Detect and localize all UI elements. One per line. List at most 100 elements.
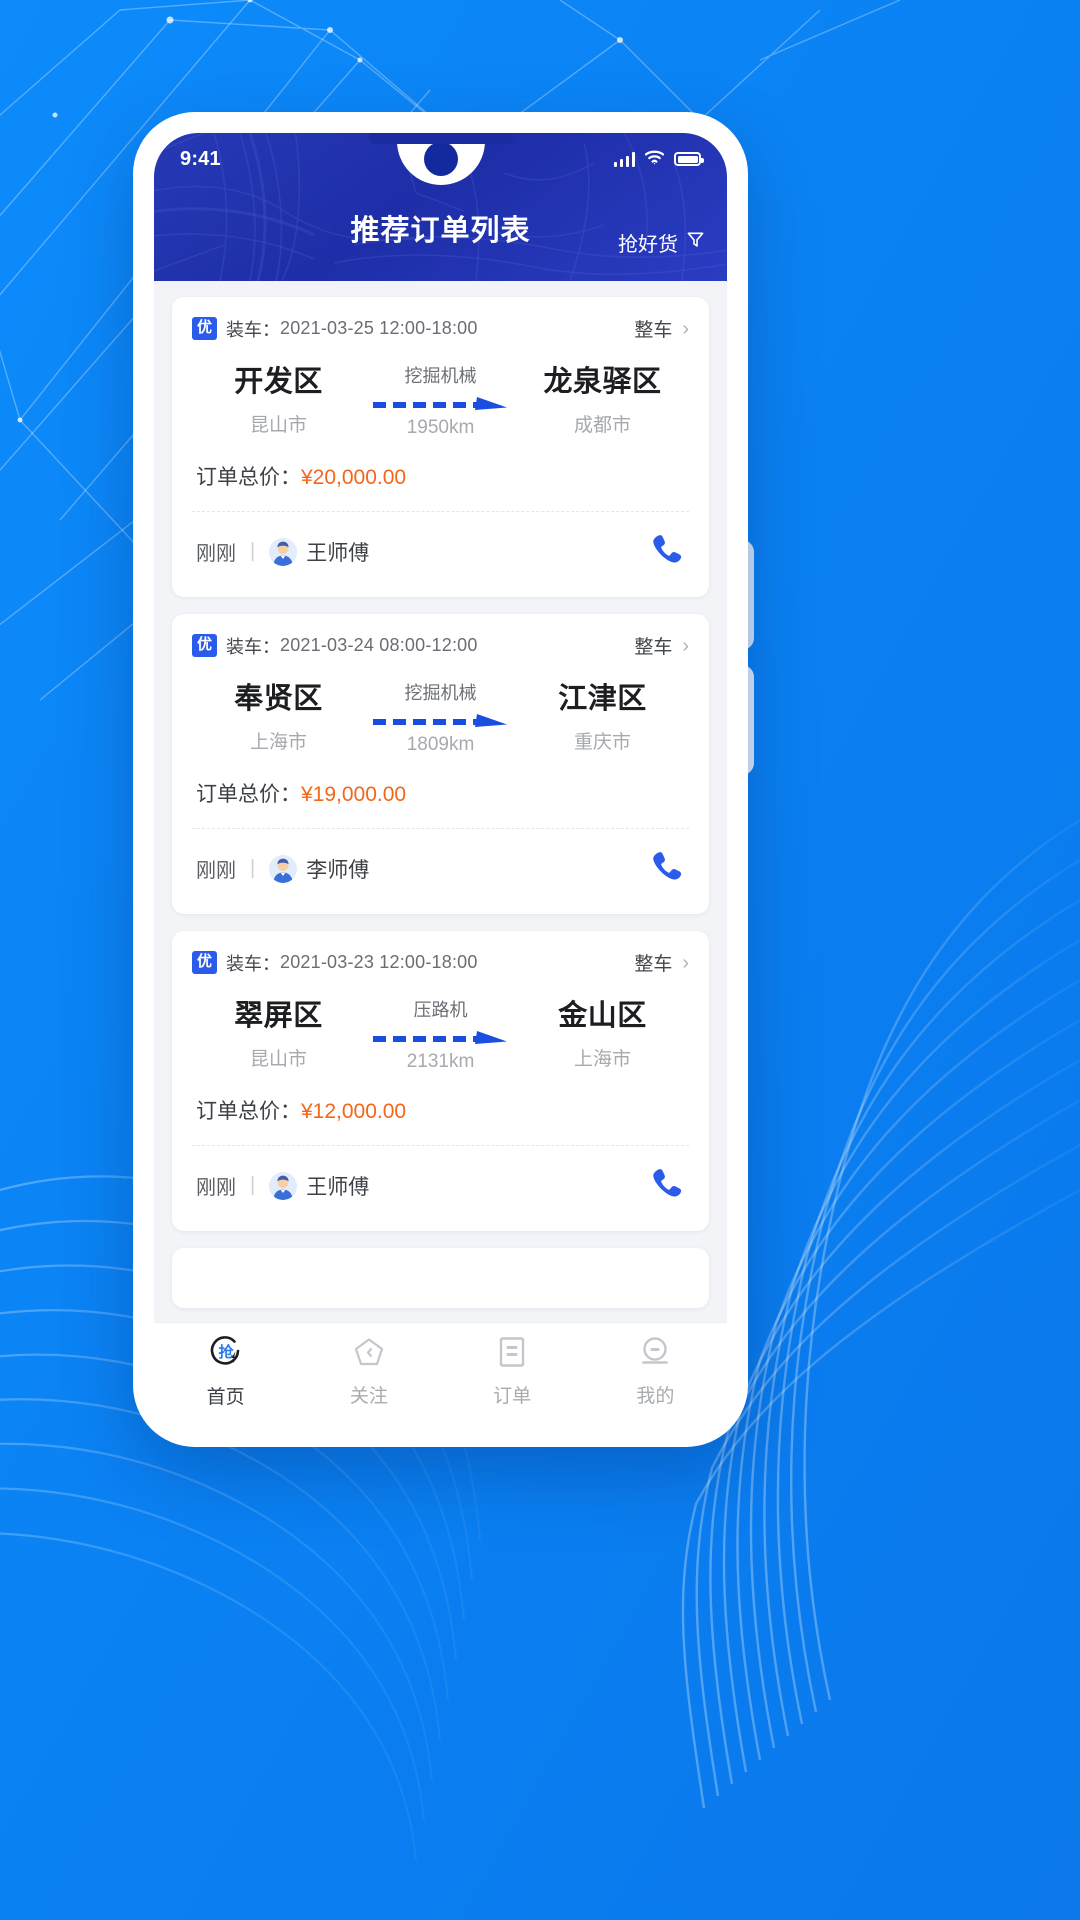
load-time-label: 装车： xyxy=(226,319,281,340)
status-icons xyxy=(613,149,704,170)
footer-separator: | xyxy=(250,540,256,562)
phone-icon xyxy=(653,1169,682,1197)
tab-profile[interactable]: 我的 xyxy=(584,1335,727,1408)
chevron-right-icon: › xyxy=(682,951,689,974)
grab-goods-filter-button[interactable]: 抢好货 xyxy=(618,228,705,257)
destination-city: 上海市 xyxy=(573,1049,631,1070)
cargo-type: 压路机 xyxy=(413,1000,468,1020)
price-label: 订单总价： xyxy=(196,466,301,489)
filter-funnel-icon xyxy=(686,230,705,255)
order-card-partial[interactable] xyxy=(172,1248,709,1308)
posted-time: 刚刚 xyxy=(196,1177,236,1199)
order-card[interactable]: 优 装车： 2021-03-24 08:00-12:00 整车 › 奉贤区 上海… xyxy=(172,614,709,914)
origin-district: 开发区 xyxy=(234,366,323,398)
order-card-header: 优 装车： 2021-03-24 08:00-12:00 整车 › xyxy=(192,632,689,659)
call-button[interactable] xyxy=(647,847,685,890)
premium-badge: 优 xyxy=(192,317,218,340)
tab-home-label: 首页 xyxy=(206,1387,245,1408)
driver-name: 王师傅 xyxy=(306,541,370,565)
route-row: 开发区 昆山市 挖掘机械 1950km 龙泉驿区 成都市 xyxy=(192,348,689,443)
battery-icon xyxy=(674,152,704,166)
route-middle: 挖掘机械 1950km xyxy=(361,358,520,439)
phone-screen: 9:41 推荐订单列表 抢好货 优 装车： 2021-03-25 12:00-1… xyxy=(154,133,727,1426)
tab-home[interactable]: 抢 首页 xyxy=(154,1334,297,1409)
route-middle: 压路机 2131km xyxy=(361,992,520,1073)
order-card-header: 优 装车： 2021-03-23 12:00-18:00 整车 › xyxy=(192,949,689,976)
destination-city: 成都市 xyxy=(573,415,631,436)
premium-badge: 优 xyxy=(192,951,218,974)
phone-frame: 9:41 推荐订单列表 抢好货 优 装车： 2021-03-25 12:00-1… xyxy=(133,112,748,1447)
price-row: 订单总价：¥20,000.00 xyxy=(192,443,689,511)
svg-text:抢: 抢 xyxy=(218,1343,234,1361)
load-time-value: 2021-03-23 12:00-18:00 xyxy=(280,952,478,972)
signal-bars-icon xyxy=(613,151,635,167)
tab-follow[interactable]: 关注 xyxy=(297,1335,440,1408)
order-type-link[interactable]: 整车 › xyxy=(634,949,689,976)
footer-separator: | xyxy=(250,857,256,879)
route-row: 翠屏区 昆山市 压路机 2131km 金山区 上海市 xyxy=(192,982,689,1077)
order-type-label: 整车 xyxy=(634,320,673,341)
pentagon-home-icon xyxy=(352,1335,386,1374)
driver-name: 王师傅 xyxy=(306,1175,370,1199)
order-type-link[interactable]: 整车 › xyxy=(634,632,689,659)
origin-district: 奉贤区 xyxy=(234,683,323,715)
destination-district: 江津区 xyxy=(558,683,647,715)
order-card-header: 优 装车： 2021-03-25 12:00-18:00 整车 › xyxy=(192,315,689,342)
phone-icon xyxy=(653,535,682,563)
order-type-label: 整车 xyxy=(634,637,673,658)
order-card-footer: 刚刚 | 王师傅 xyxy=(192,512,689,589)
route-origin: 翠屏区 昆山市 xyxy=(196,992,361,1071)
tab-orders[interactable]: 订单 xyxy=(441,1335,584,1408)
load-time-value: 2021-03-24 08:00-12:00 xyxy=(280,635,478,655)
price-row: 订单总价：¥12,000.00 xyxy=(192,1077,689,1145)
avatar xyxy=(269,537,298,566)
document-icon xyxy=(496,1335,528,1374)
status-time: 9:41 xyxy=(180,147,221,170)
navigation-bar: 推荐订单列表 抢好货 xyxy=(154,185,727,281)
route-arrow-icon xyxy=(361,709,520,731)
route-distance: 1809km xyxy=(406,734,475,755)
route-distance: 1950km xyxy=(406,417,475,438)
bottom-tab-bar: 抢 首页 关注 订单 我的 xyxy=(154,1322,727,1426)
call-button[interactable] xyxy=(647,1164,685,1207)
earpiece-speaker xyxy=(368,133,513,144)
wifi-icon xyxy=(644,149,665,170)
order-card[interactable]: 优 装车： 2021-03-25 12:00-18:00 整车 › 开发区 昆山… xyxy=(172,297,709,597)
call-button[interactable] xyxy=(647,530,685,573)
route-arrow-icon xyxy=(361,392,520,414)
order-card-footer: 刚刚 | 李师傅 xyxy=(192,829,689,906)
route-row: 奉贤区 上海市 挖掘机械 1809km 江津区 重庆市 xyxy=(192,665,689,760)
route-origin: 开发区 昆山市 xyxy=(196,358,361,437)
chevron-right-icon: › xyxy=(682,317,689,340)
destination-district: 龙泉驿区 xyxy=(543,366,662,398)
origin-city: 昆山市 xyxy=(249,415,307,436)
grab-circle-icon: 抢 xyxy=(208,1334,244,1375)
load-time-label: 装车： xyxy=(226,636,281,657)
price-label: 订单总价： xyxy=(196,1100,301,1123)
chevron-right-icon: › xyxy=(682,634,689,657)
load-time-label: 装车： xyxy=(226,953,281,974)
price-value: ¥19,000.00 xyxy=(301,783,407,806)
order-type-link[interactable]: 整车 › xyxy=(634,315,689,342)
route-destination: 金山区 上海市 xyxy=(520,992,685,1071)
order-card-footer: 刚刚 | 王师傅 xyxy=(192,1146,689,1223)
price-label: 订单总价： xyxy=(196,783,301,806)
route-destination: 龙泉驿区 成都市 xyxy=(520,358,685,437)
load-time-value: 2021-03-25 12:00-18:00 xyxy=(280,318,478,338)
price-value: ¥12,000.00 xyxy=(301,1100,407,1123)
origin-city: 昆山市 xyxy=(249,1049,307,1070)
posted-time: 刚刚 xyxy=(196,860,236,882)
order-type-label: 整车 xyxy=(634,954,673,975)
user-circle-icon xyxy=(638,1335,672,1374)
order-card[interactable]: 优 装车： 2021-03-23 12:00-18:00 整车 › 翠屏区 昆山… xyxy=(172,931,709,1231)
origin-district: 翠屏区 xyxy=(234,1000,323,1032)
phone-icon xyxy=(653,852,682,880)
order-list[interactable]: 优 装车： 2021-03-25 12:00-18:00 整车 › 开发区 昆山… xyxy=(154,281,727,1426)
grab-goods-label: 抢好货 xyxy=(618,234,678,256)
route-destination: 江津区 重庆市 xyxy=(520,675,685,754)
cargo-type: 挖掘机械 xyxy=(404,366,477,386)
route-arrow-icon xyxy=(361,1026,520,1048)
destination-district: 金山区 xyxy=(558,1000,647,1032)
page-title: 推荐订单列表 xyxy=(350,215,531,247)
avatar xyxy=(269,1171,298,1200)
